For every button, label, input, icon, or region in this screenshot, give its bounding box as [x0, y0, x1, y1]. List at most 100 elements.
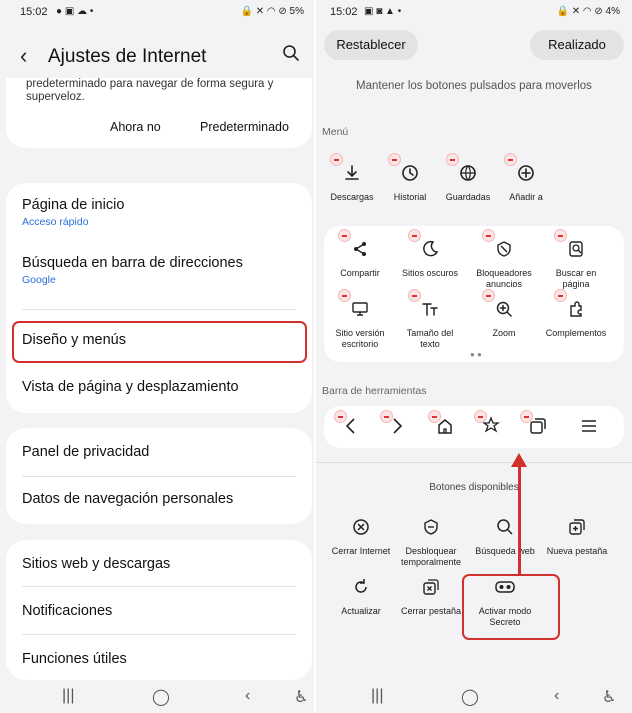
- remove-badge-icon[interactable]: [338, 229, 351, 242]
- menu-item-ad-blockers[interactable]: Bloqueadores anuncios: [472, 229, 536, 290]
- item-title: Sitios web y descargas: [22, 556, 171, 572]
- share-icon: [354, 242, 366, 256]
- set-default-button[interactable]: Predeterminado: [200, 120, 289, 134]
- menu-item-text-size[interactable]: Tamaño del texto: [398, 289, 462, 350]
- recent-apps-icon[interactable]: |||: [62, 687, 74, 705]
- remove-badge-icon[interactable]: [408, 229, 421, 242]
- settings-item-page-view[interactable]: Vista de página y desplazamiento: [6, 379, 312, 395]
- item-label: Complementos: [545, 328, 607, 338]
- search-icon[interactable]: [282, 44, 300, 62]
- battery-level: 4%: [605, 6, 620, 17]
- toolbar-menu-button[interactable]: [580, 416, 598, 436]
- item-label: Compartir: [340, 268, 380, 278]
- status-bar: 15:02 ● ▣ ☁ • 🔒 ✕ ◠ ⊘ 5%: [0, 6, 316, 22]
- back-nav-icon[interactable]: ‹: [245, 687, 250, 705]
- toolbar-section-label: Barra de herramientas: [322, 385, 427, 397]
- remove-badge-icon[interactable]: [554, 229, 567, 242]
- block-icon: [497, 241, 511, 257]
- available-close-internet[interactable]: Cerrar Internet: [326, 512, 396, 557]
- toolbar-home-button[interactable]: [428, 410, 454, 436]
- notification-icons: ● ▣ ☁ •: [56, 6, 94, 17]
- available-web-search[interactable]: Búsqueda web: [470, 512, 540, 557]
- refresh-icon: [355, 579, 367, 593]
- available-refresh[interactable]: Actualizar: [326, 572, 396, 617]
- reset-button[interactable]: Restablecer: [324, 30, 418, 60]
- menu-item-addons[interactable]: Complementos: [544, 289, 608, 339]
- toolbar-forward-button[interactable]: [380, 410, 406, 436]
- divider: [22, 309, 296, 310]
- item-label: Sitio versión escritorio: [335, 328, 385, 349]
- default-browser-card: predeterminado para navegar de forma seg…: [6, 78, 312, 148]
- remove-badge-icon[interactable]: [482, 289, 495, 302]
- remove-badge-icon[interactable]: [388, 153, 401, 166]
- item-label: Desbloquear temporalmente: [400, 546, 462, 567]
- menu-item-history[interactable]: Historial: [378, 153, 442, 203]
- settings-item-address-bar-search[interactable]: Búsqueda en barra de direcciones Google: [6, 255, 312, 286]
- remove-badge-icon[interactable]: [482, 229, 495, 242]
- not-now-button[interactable]: Ahora no: [110, 120, 161, 134]
- settings-item-notifications[interactable]: Notificaciones: [6, 603, 312, 619]
- search-icon: [497, 519, 513, 535]
- remove-badge-icon[interactable]: [520, 410, 533, 423]
- item-label: Cerrar Internet: [331, 546, 391, 556]
- remove-badge-icon[interactable]: [338, 289, 351, 302]
- back-nav-icon[interactable]: ‹: [554, 687, 559, 705]
- toolbar-back-button[interactable]: [334, 410, 360, 436]
- done-button[interactable]: Realizado: [530, 30, 624, 60]
- back-icon[interactable]: ‹: [20, 43, 27, 69]
- settings-item-useful-features[interactable]: Funciones útiles: [6, 651, 312, 667]
- toolbar-bookmark-button[interactable]: [474, 410, 502, 436]
- settings-item-personal-data[interactable]: Datos de navegación personales: [6, 491, 312, 507]
- menu-item-desktop-site[interactable]: Sitio versión escritorio: [328, 289, 392, 350]
- item-label: Bloqueadores anuncios: [476, 268, 532, 289]
- status-right: 🔒 ✕ ◠ ⊘ 4%: [556, 6, 620, 17]
- settings-item-privacy-panel[interactable]: Panel de privacidad: [6, 444, 312, 460]
- remove-badge-icon[interactable]: [554, 289, 567, 302]
- available-section-label: Botones disponibles: [429, 482, 519, 493]
- menu-item-add-to[interactable]: Añadir a: [494, 153, 558, 203]
- toolbar-tabs-button[interactable]: [520, 410, 548, 436]
- remove-badge-icon[interactable]: [446, 153, 459, 166]
- menu-item-downloads[interactable]: Descargas: [320, 153, 384, 203]
- remove-badge-icon[interactable]: [334, 410, 347, 423]
- available-close-tab[interactable]: Cerrar pestaña: [396, 572, 466, 617]
- system-nav-bar: ||| ◯ ‹ ♿: [316, 681, 632, 713]
- notification-icons: ▣ ◙ ▲ •: [364, 6, 402, 17]
- settings-group-general: Página de inicio Acceso rápido Búsqueda …: [6, 183, 312, 413]
- highlight-box: [462, 574, 560, 640]
- remove-badge-icon[interactable]: [330, 153, 343, 166]
- divider: [22, 634, 296, 635]
- recent-apps-icon[interactable]: |||: [371, 687, 383, 705]
- home-icon[interactable]: ◯: [152, 687, 170, 707]
- layout-editor-panel: 15:02 ▣ ◙ ▲ • 🔒 ✕ ◠ ⊘ 4% Restablecer Rea…: [316, 0, 632, 713]
- remove-badge-icon[interactable]: [380, 410, 393, 423]
- remove-badge-icon[interactable]: [408, 289, 421, 302]
- menu-item-share[interactable]: Compartir: [328, 229, 392, 279]
- remove-badge-icon[interactable]: [504, 153, 517, 166]
- item-label: Sitios oscuros: [401, 268, 459, 278]
- item-label: Guardadas: [445, 192, 491, 202]
- available-unlock-temporarily[interactable]: Desbloquear temporalmente: [396, 512, 466, 568]
- status-bar: 15:02 ▣ ◙ ▲ • 🔒 ✕ ◠ ⊘ 4%: [316, 6, 632, 22]
- menu-item-zoom[interactable]: Zoom: [472, 289, 536, 339]
- available-new-tab[interactable]: Nueva pestaña: [542, 512, 612, 557]
- settings-item-homepage[interactable]: Página de inicio Acceso rápido: [6, 197, 312, 228]
- drag-hint: Mantener los botones pulsados para mover…: [356, 80, 592, 92]
- remove-badge-icon[interactable]: [428, 410, 441, 423]
- item-title: Notificaciones: [22, 603, 113, 619]
- remove-badge-icon[interactable]: [474, 410, 487, 423]
- highlight-box: [12, 321, 307, 363]
- accessibility-icon[interactable]: ♿: [602, 687, 616, 707]
- menu-item-dark-sites[interactable]: Sitios oscuros: [398, 229, 462, 279]
- prompt-text: predeterminado para navegar de forma seg…: [26, 78, 274, 103]
- close-circle-icon: [353, 519, 369, 535]
- menu-item-saved[interactable]: Guardadas: [436, 153, 500, 203]
- status-right: 🔒 ✕ ◠ ⊘ 5%: [240, 6, 304, 17]
- accessibility-icon[interactable]: ♿: [294, 687, 308, 707]
- settings-item-sites-downloads[interactable]: Sitios web y descargas: [6, 556, 312, 572]
- home-icon[interactable]: ◯: [461, 687, 479, 707]
- saved-globe-icon: [460, 165, 476, 181]
- system-nav-bar: ||| ◯ ‹ ♿: [0, 681, 316, 713]
- menu-item-find-in-page[interactable]: Buscar en página: [544, 229, 608, 290]
- item-subtitle: Acceso rápido: [22, 216, 89, 228]
